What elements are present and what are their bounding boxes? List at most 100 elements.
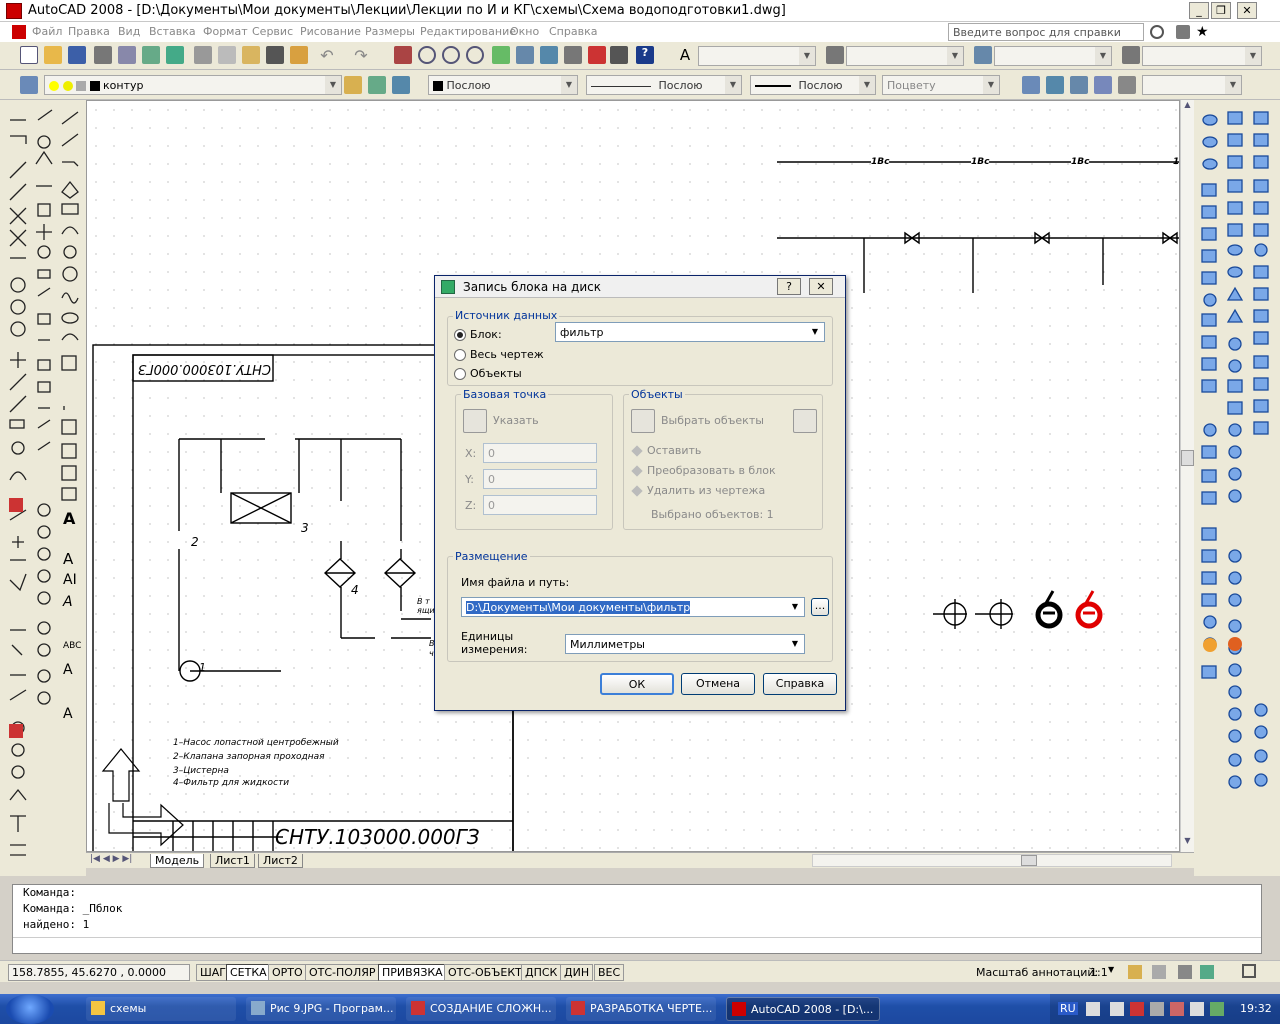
- block-select[interactable]: фильтр ▼: [555, 322, 825, 342]
- tab-layout1[interactable]: Лист1: [210, 854, 255, 868]
- block-editor-icon[interactable]: [290, 46, 308, 64]
- help-icon[interactable]: ?: [636, 46, 654, 64]
- task-word-1[interactable]: СОЗДАНИЕ СЛОЖН...: [406, 997, 556, 1021]
- menu-insert[interactable]: Вставка: [149, 25, 196, 38]
- viewport-scale-combo[interactable]: ▼: [1142, 75, 1242, 95]
- design-center-icon[interactable]: [516, 46, 534, 64]
- undo-icon[interactable]: ↶: [318, 46, 336, 65]
- clean-screen-icon[interactable]: [1242, 964, 1256, 978]
- pick-point-icon[interactable]: [463, 409, 487, 433]
- minimize-button[interactable]: _: [1189, 2, 1209, 19]
- menu-file[interactable]: Файл: [32, 25, 62, 38]
- tray-icon[interactable]: [1150, 1002, 1164, 1016]
- layer-manager-icon[interactable]: [20, 76, 38, 94]
- linetype-combo[interactable]: Послою ▼: [586, 75, 742, 95]
- clip-viewport-icon[interactable]: [1118, 76, 1136, 94]
- annotation-scale-value[interactable]: 1:1: [1090, 966, 1108, 979]
- tray-icon[interactable]: [1110, 1002, 1124, 1016]
- radio-entire-drawing[interactable]: [454, 349, 466, 361]
- vertical-scrollbar[interactable]: ▲ ▼: [1180, 100, 1194, 852]
- convert-viewport-icon[interactable]: [1094, 76, 1112, 94]
- plot-preview-icon[interactable]: [118, 46, 136, 64]
- favorites-star-icon[interactable]: ★: [1196, 24, 1209, 40]
- menu-draw[interactable]: Рисование: [300, 25, 361, 38]
- scroll-thumb[interactable]: [1181, 450, 1194, 466]
- sheet-set-icon[interactable]: [564, 46, 582, 64]
- coordinates-readout[interactable]: 158.7855, 45.6270 , 0.0000: [8, 964, 190, 981]
- tab-layout2[interactable]: Лист2: [258, 854, 303, 868]
- chevron-down-icon[interactable]: ▼: [1108, 965, 1114, 974]
- text-style-combo[interactable]: ▼: [698, 46, 816, 66]
- draw-modify-icons[interactable]: A A AI A ABC A A: [0, 100, 86, 876]
- help-search-input[interactable]: Введите вопрос для справки: [948, 23, 1144, 41]
- menu-format[interactable]: Формат: [203, 25, 248, 38]
- polygonal-viewport-icon[interactable]: [1070, 76, 1088, 94]
- communication-center-icon[interactable]: [1176, 25, 1190, 39]
- dialog-close-button[interactable]: ✕: [809, 278, 833, 295]
- units-select[interactable]: Миллиметры ▼: [565, 634, 805, 654]
- plotstyle-combo[interactable]: Поцвету ▼: [882, 75, 1000, 95]
- task-folder[interactable]: схемы: [86, 997, 236, 1021]
- x-input[interactable]: 0: [483, 443, 597, 463]
- toggle-lwt[interactable]: ВЕС: [594, 964, 625, 981]
- task-autocad[interactable]: AutoCAD 2008 - [D:\...: [726, 997, 880, 1021]
- toggle-ortho[interactable]: ОРТО: [268, 964, 307, 981]
- select-objects-icon[interactable]: [631, 409, 655, 433]
- filename-input[interactable]: D:\Документы\Мои документы\фильтр ▼: [461, 597, 805, 617]
- zoom-realtime-icon[interactable]: [418, 46, 436, 64]
- publish-icon[interactable]: [142, 46, 160, 64]
- zoom-window-icon[interactable]: [442, 46, 460, 64]
- toggle-osnap[interactable]: ПРИВЯЗКА: [378, 964, 447, 981]
- menu-tools[interactable]: Сервис: [252, 25, 293, 38]
- scroll-down-icon[interactable]: ▼: [1181, 836, 1194, 850]
- layer-states-icon[interactable]: [392, 76, 410, 94]
- tab-model[interactable]: Модель: [150, 854, 205, 868]
- menu-view[interactable]: Вид: [118, 25, 140, 38]
- make-current-icon[interactable]: [344, 76, 362, 94]
- toggle-dyn[interactable]: ДИН: [560, 964, 594, 981]
- hscroll-thumb[interactable]: [1021, 855, 1037, 866]
- calculator-icon[interactable]: [610, 46, 628, 64]
- open-folder-icon[interactable]: [44, 46, 62, 64]
- paste-icon[interactable]: [242, 46, 260, 64]
- start-button[interactable]: [6, 994, 54, 1024]
- command-input[interactable]: [13, 937, 1261, 953]
- radio-block[interactable]: [454, 329, 466, 341]
- copy-icon[interactable]: [218, 46, 236, 64]
- document-icon[interactable]: [12, 25, 26, 39]
- toggle-snap[interactable]: ШАГ: [196, 964, 230, 981]
- language-indicator[interactable]: RU: [1058, 1002, 1078, 1015]
- cut-icon[interactable]: [194, 46, 212, 64]
- task-word-2[interactable]: РАЗРАБОТКА ЧЕРТЕ...: [566, 997, 716, 1021]
- radio-objects[interactable]: [454, 368, 466, 380]
- search-icon[interactable]: [1150, 25, 1164, 39]
- single-viewport-icon[interactable]: [1046, 76, 1064, 94]
- help-tray-icon[interactable]: [1086, 1002, 1100, 1016]
- scroll-up-icon[interactable]: ▲: [1181, 100, 1194, 114]
- viewport-icon[interactable]: [1022, 76, 1040, 94]
- menu-help[interactable]: Справка: [549, 25, 597, 38]
- annotation-visibility-icon[interactable]: [1128, 965, 1142, 979]
- pan-icon[interactable]: [394, 46, 412, 64]
- maximize-button[interactable]: ❐: [1211, 2, 1231, 19]
- layer-previous-icon[interactable]: [368, 76, 386, 94]
- new-file-icon[interactable]: [20, 46, 38, 64]
- y-input[interactable]: 0: [483, 469, 597, 489]
- quick-select-filter-icon[interactable]: [793, 409, 817, 433]
- save-icon[interactable]: [68, 46, 86, 64]
- volume-icon[interactable]: [1190, 1002, 1204, 1016]
- auto-scale-icon[interactable]: [1152, 965, 1166, 979]
- horizontal-scrollbar[interactable]: [812, 854, 1172, 867]
- autocad-app-icon[interactable]: [6, 3, 22, 19]
- dim-style-combo[interactable]: ▼: [846, 46, 964, 66]
- menu-dimension[interactable]: Размеры: [365, 25, 415, 38]
- command-window[interactable]: Команда: Команда: _Пблок найдено: 1: [12, 884, 1262, 954]
- markup-icon[interactable]: [588, 46, 606, 64]
- lock-icon[interactable]: [1178, 965, 1192, 979]
- properties-icon[interactable]: [492, 46, 510, 64]
- plot-icon[interactable]: [94, 46, 112, 64]
- match-properties-icon[interactable]: [266, 46, 284, 64]
- lineweight-combo[interactable]: Послою ▼: [750, 75, 876, 95]
- task-image-viewer[interactable]: Рис 9.JPG - Програм...: [246, 997, 396, 1021]
- menu-window[interactable]: Окно: [510, 25, 539, 38]
